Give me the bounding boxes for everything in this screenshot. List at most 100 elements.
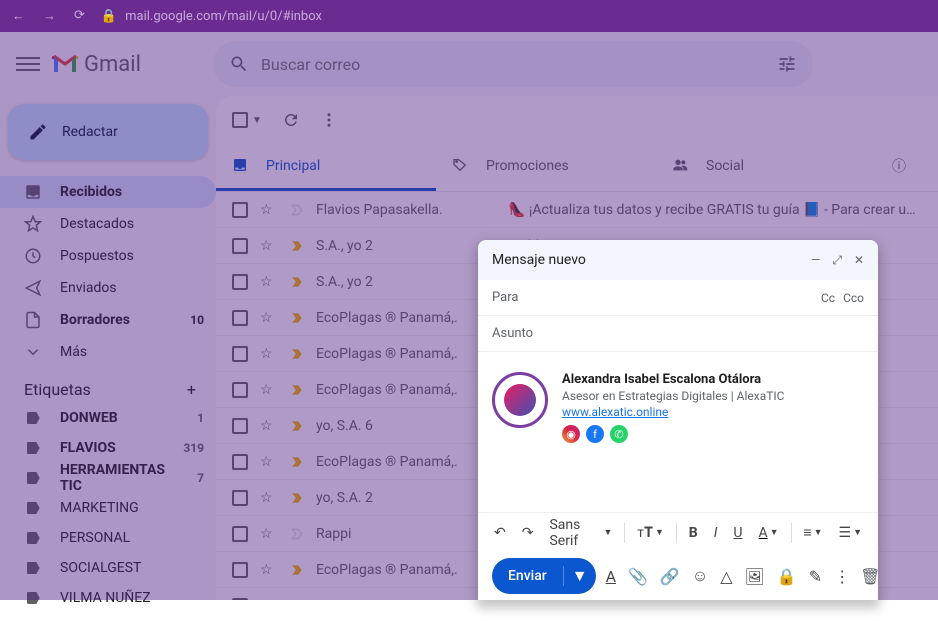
importance-icon[interactable] <box>290 311 304 325</box>
nav-item-pospuestos[interactable]: Pospuestos <box>0 240 216 272</box>
select-all-checkbox[interactable] <box>232 112 248 128</box>
close-icon[interactable]: ✕ <box>854 253 864 268</box>
mail-checkbox[interactable] <box>232 418 248 434</box>
star-icon[interactable]: ☆ <box>260 274 278 290</box>
browser-forward-icon[interactable]: → <box>43 8 56 24</box>
tab-principal[interactable]: Principal <box>216 144 436 191</box>
signature-icon[interactable]: ✎ <box>809 567 822 586</box>
send-button[interactable]: Enviar ▼ <box>492 558 596 594</box>
to-field[interactable]: Para Cc Cco <box>478 280 878 316</box>
main-menu-button[interactable] <box>16 52 40 76</box>
label-item[interactable]: MARKETING <box>0 493 216 523</box>
mail-checkbox[interactable] <box>232 454 248 470</box>
mail-checkbox[interactable] <box>232 526 248 542</box>
importance-icon[interactable] <box>290 491 304 505</box>
mail-checkbox[interactable] <box>232 274 248 290</box>
attach-icon[interactable]: 📎 <box>628 567 648 586</box>
compose-body[interactable]: Alexandra Isabel Escalona Otálora Asesor… <box>478 352 878 512</box>
importance-icon[interactable] <box>290 275 304 289</box>
compose-button[interactable]: Redactar <box>8 104 208 160</box>
nav-item-destacados[interactable]: Destacados <box>0 208 216 240</box>
tab-social[interactable]: Social <box>656 144 876 191</box>
more-options-icon[interactable]: ⋮ <box>834 567 850 586</box>
emoji-icon[interactable]: ☺ <box>692 566 708 586</box>
drive-icon[interactable]: △ <box>720 567 732 586</box>
star-icon[interactable]: ☆ <box>260 238 278 254</box>
label-item[interactable]: VILMA NUÑEZ <box>0 583 216 613</box>
star-icon[interactable]: ☆ <box>260 454 278 470</box>
mail-checkbox[interactable] <box>232 346 248 362</box>
importance-icon[interactable] <box>290 563 304 577</box>
tab-promociones[interactable]: Promociones <box>436 144 656 191</box>
importance-icon[interactable] <box>290 239 304 253</box>
star-icon[interactable]: ☆ <box>260 562 278 578</box>
star-icon[interactable]: ☆ <box>260 202 278 218</box>
importance-icon[interactable] <box>290 527 304 541</box>
redo-button[interactable]: ↷ <box>516 521 540 545</box>
instagram-icon[interactable]: ◉ <box>562 425 580 443</box>
nav-item-más[interactable]: Más <box>0 336 216 368</box>
bcc-button[interactable]: Cco <box>843 291 864 305</box>
label-item[interactable]: SOCIALGEST <box>0 553 216 583</box>
underline-button[interactable]: U <box>727 521 748 545</box>
star-icon[interactable]: ☆ <box>260 310 278 326</box>
mail-checkbox[interactable] <box>232 238 248 254</box>
label-item[interactable]: HERRAMIENTAS TIC7 <box>0 463 216 493</box>
mail-checkbox[interactable] <box>232 310 248 326</box>
send-options-icon[interactable]: ▼ <box>563 566 596 586</box>
facebook-icon[interactable]: f <box>586 425 604 443</box>
importance-icon[interactable] <box>290 455 304 469</box>
star-icon[interactable]: ☆ <box>260 418 278 434</box>
fullscreen-icon[interactable]: ⤢ <box>832 253 842 268</box>
signature-link[interactable]: www.alexatic.online <box>562 405 784 419</box>
importance-icon[interactable] <box>290 383 304 397</box>
list-button[interactable]: ☰ ▼ <box>833 521 868 545</box>
search-bar[interactable] <box>213 41 813 87</box>
italic-button[interactable]: I <box>708 521 724 545</box>
mail-row[interactable]: ☆ Flavios Papasakella. 👠 ¡Actualiza tus … <box>216 192 938 228</box>
undo-button[interactable]: ↶ <box>488 521 512 545</box>
mail-checkbox[interactable] <box>232 382 248 398</box>
refresh-button[interactable] <box>282 111 300 129</box>
more-button[interactable] <box>320 111 338 129</box>
nav-item-recibidos[interactable]: Recibidos <box>0 176 216 208</box>
subject-field[interactable]: Asunto <box>478 316 878 352</box>
mail-checkbox[interactable] <box>232 490 248 506</box>
browser-reload-icon[interactable]: ⟳ <box>74 8 85 24</box>
discard-draft-icon[interactable]: 🗑 <box>860 567 880 586</box>
importance-icon[interactable] <box>290 203 304 217</box>
font-size-button[interactable]: т𝐓 ▼ <box>631 521 670 545</box>
nav-item-enviados[interactable]: Enviados <box>0 272 216 304</box>
search-options-icon[interactable] <box>777 54 797 74</box>
text-color-button[interactable]: A ▼ <box>753 521 785 545</box>
format-toggle-icon[interactable]: A <box>606 567 616 586</box>
search-input[interactable] <box>261 55 765 74</box>
confidential-icon[interactable]: 🔒 <box>777 567 797 586</box>
font-selector[interactable]: Sans Serif ▼ <box>543 513 618 553</box>
label-item[interactable]: FLAVIOS319 <box>0 433 216 463</box>
mail-checkbox[interactable] <box>232 202 248 218</box>
select-dropdown-icon[interactable]: ▼ <box>252 115 262 126</box>
align-button[interactable]: ≡ ▼ <box>797 520 828 545</box>
cc-button[interactable]: Cc <box>821 291 835 305</box>
gmail-logo[interactable]: Gmail <box>52 52 141 77</box>
image-icon[interactable]: 🖼 <box>745 567 765 586</box>
compose-header[interactable]: Mensaje nuevo — ⤢ ✕ <box>478 240 878 280</box>
label-item[interactable]: PERSONAL <box>0 523 216 553</box>
minimize-icon[interactable]: — <box>811 253 820 268</box>
star-icon[interactable]: ☆ <box>260 526 278 542</box>
nav-item-borradores[interactable]: Borradores10 <box>0 304 216 336</box>
star-icon[interactable]: ☆ <box>260 382 278 398</box>
importance-icon[interactable] <box>290 347 304 361</box>
whatsapp-icon[interactable]: ✆ <box>610 425 628 443</box>
browser-back-icon[interactable]: ← <box>12 8 25 24</box>
label-item[interactable]: DONWEB1 <box>0 403 216 433</box>
mail-checkbox[interactable] <box>232 562 248 578</box>
importance-icon[interactable] <box>290 419 304 433</box>
add-label-button[interactable]: + <box>187 380 196 399</box>
bold-button[interactable]: B <box>683 521 704 545</box>
link-icon[interactable]: 🔗 <box>660 567 680 586</box>
star-icon[interactable]: ☆ <box>260 346 278 362</box>
star-icon[interactable]: ☆ <box>260 490 278 506</box>
info-icon[interactable]: ⓘ <box>892 156 906 176</box>
